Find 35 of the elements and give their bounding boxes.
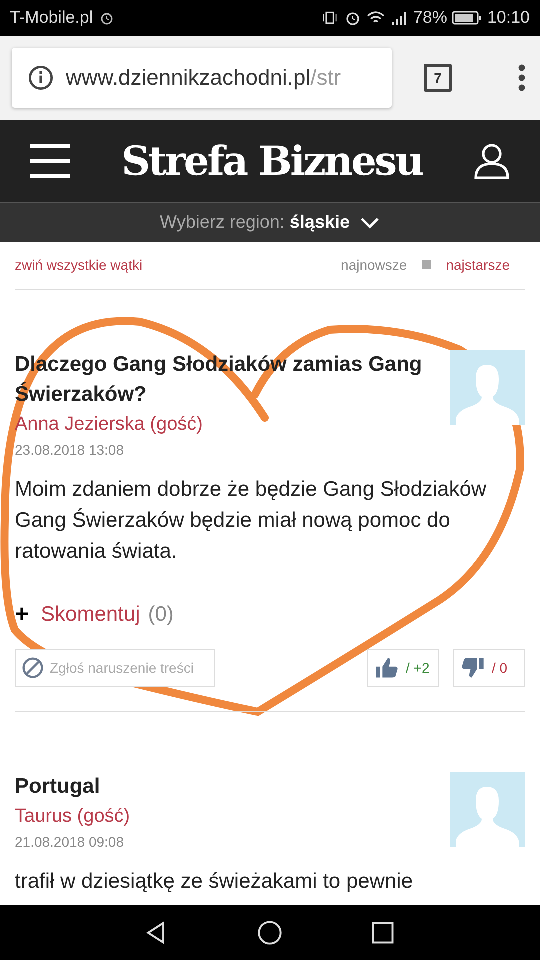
chevron-down-icon — [360, 216, 380, 228]
info-icon[interactable] — [28, 65, 54, 91]
region-selector[interactable]: Wybierz region: śląskie — [0, 202, 540, 242]
comment-text: Moim zdaniem dobrze że będzie Gang Słodziaków Gang Świerzaków będzie miał nową pomoc do ratowania świata. — [15, 477, 488, 565]
tab-count-button[interactable]: 7 — [424, 64, 452, 92]
collapse-threads-link[interactable]: zwiń wszystkie wątki — [15, 256, 143, 272]
sort-option[interactable]: najnowsze — [341, 256, 408, 272]
comment-author[interactable]: Taurus (gość) — [15, 802, 435, 832]
sort-option[interactable]: najstarsze — [446, 256, 510, 272]
address-bar[interactable]: www.dziennikzachodni.pl/str — [12, 48, 392, 108]
comment-title: Portugal — [15, 774, 102, 800]
reply-count: (0) — [148, 603, 174, 627]
user-icon[interactable] — [474, 143, 510, 179]
avatar-icon — [450, 350, 525, 425]
carrier-name: T-Mobile.pl — [10, 8, 94, 28]
comment-date: 23.08.2018 13:08 — [15, 441, 125, 460]
avatar-icon — [450, 772, 525, 847]
signal-icon — [390, 10, 408, 26]
battery-icon — [452, 10, 482, 26]
comment-date: 21.08.2018 09:08 — [15, 833, 125, 852]
vibrate-icon — [321, 10, 340, 26]
dislike-button[interactable]: / 0 — [453, 649, 525, 687]
clock: 10:10 — [487, 8, 530, 28]
ban-icon — [22, 657, 44, 679]
plus-sign: + — [15, 601, 30, 629]
like-button[interactable]: / +2 — [367, 649, 439, 687]
alarm-icon — [344, 10, 362, 26]
menu-icon[interactable] — [518, 64, 526, 92]
battery-percent: 78% — [413, 8, 448, 28]
separator-square — [422, 260, 432, 269]
menu-icon[interactable] — [30, 144, 70, 178]
home-icon[interactable] — [256, 920, 283, 946]
comment-text: trafił w dziesiątkę ze świeżakami to pewnie — [15, 869, 414, 895]
reply-link[interactable]: Skomentuj — [41, 603, 140, 627]
recents-icon[interactable] — [370, 920, 396, 946]
